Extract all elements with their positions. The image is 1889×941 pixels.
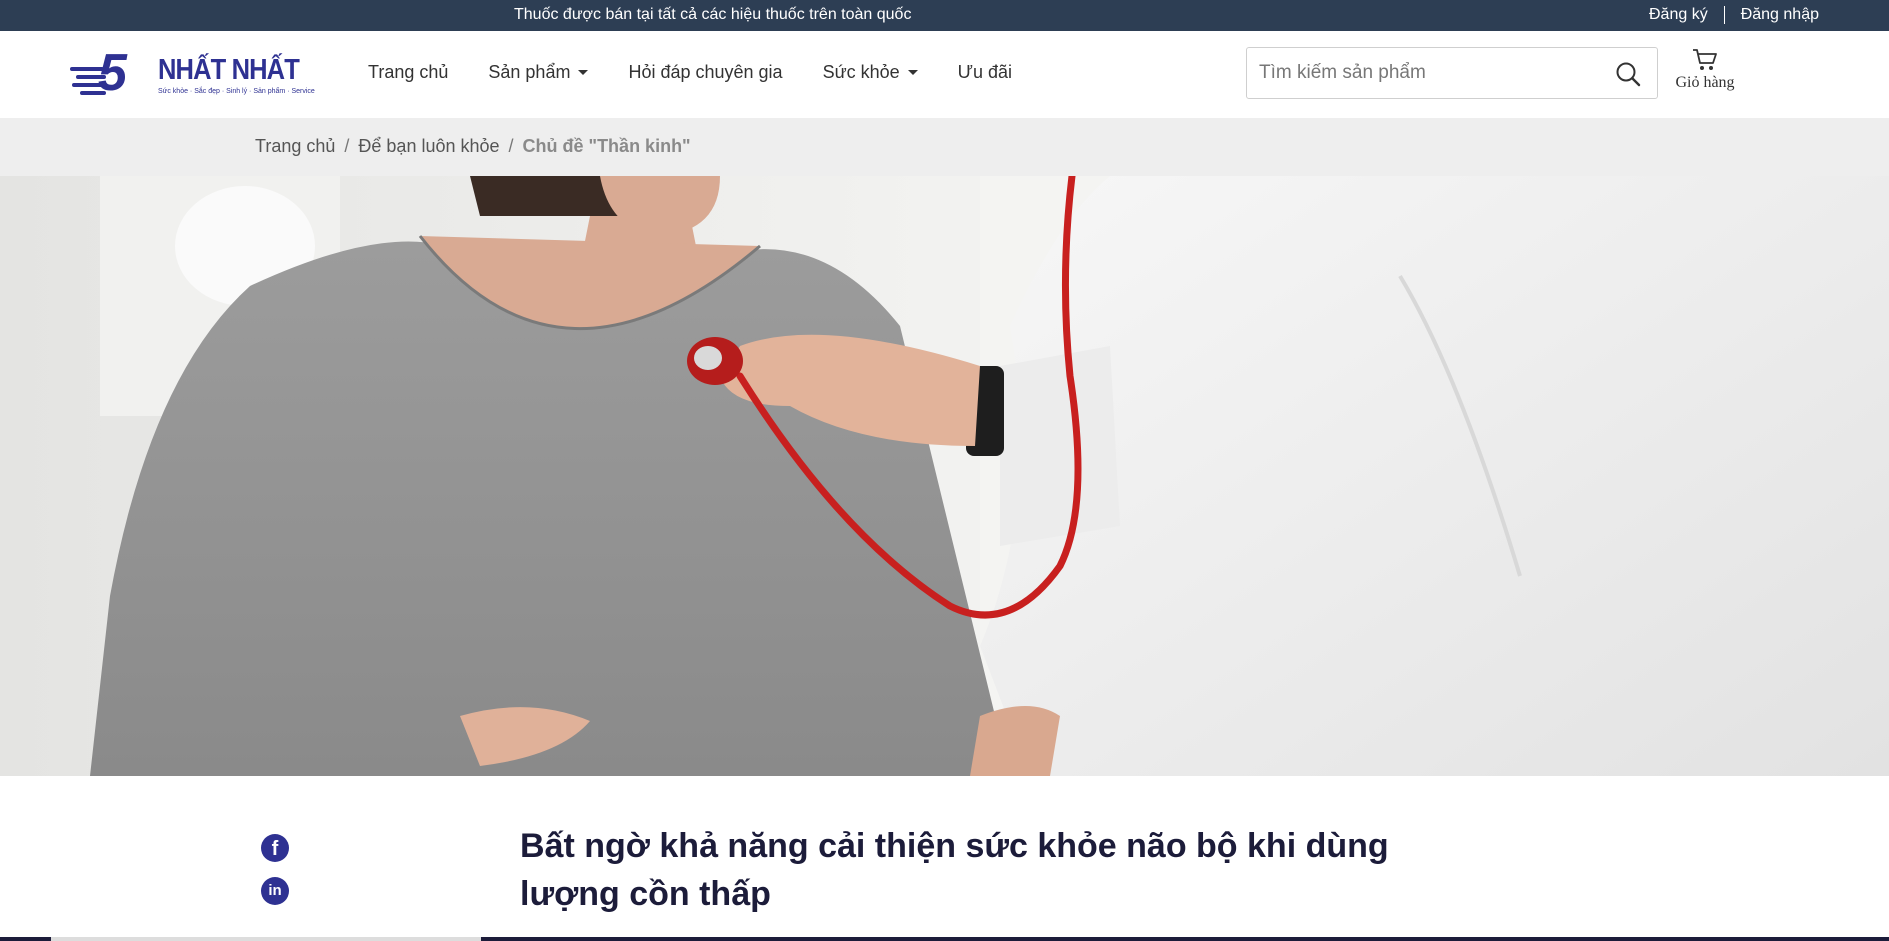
register-link[interactable]: Đăng ký xyxy=(1649,6,1708,24)
chevron-down-icon xyxy=(907,70,918,75)
hero-image xyxy=(0,176,1889,776)
bottom-divider xyxy=(0,937,1889,941)
brand-logo[interactable]: 5 NHẤT NHẤT Sức khỏe · Sắc đẹp · Sinh lý… xyxy=(70,47,315,101)
cart-label: Giỏ hàng xyxy=(1675,74,1735,91)
nav-item-home[interactable]: Trang chủ xyxy=(368,62,448,83)
breadcrumb: Trang chủ / Để bạn luôn khỏe / Chủ đề "T… xyxy=(0,118,1889,176)
auth-divider xyxy=(1723,6,1725,24)
store-notice: Thuốc được bán tại tất cả các hiệu thuốc… xyxy=(514,6,912,23)
login-link[interactable]: Đăng nhập xyxy=(1741,6,1819,24)
share-buttons: f in xyxy=(261,834,289,920)
nav-item-expert-qa[interactable]: Hỏi đáp chuyên gia xyxy=(628,62,782,83)
chevron-down-icon xyxy=(578,70,589,75)
main-nav: Trang chủ Sản phẩm Hỏi đáp chuyên gia Sứ… xyxy=(368,62,1052,83)
breadcrumb-section[interactable]: Để bạn luôn khỏe xyxy=(358,136,499,157)
linkedin-share-icon[interactable]: in xyxy=(261,877,289,905)
search-input[interactable] xyxy=(1259,60,1599,86)
hero-photo-illustration xyxy=(0,176,1889,776)
top-announcement-bar: Thuốc được bán tại tất cả các hiệu thuốc… xyxy=(0,0,1889,31)
cart-button[interactable]: Giỏ hàng xyxy=(1672,48,1738,104)
nav-item-products[interactable]: Sản phẩm xyxy=(488,62,589,83)
logo-wordmark: NHẤT NHẤT xyxy=(158,54,300,86)
cart-icon xyxy=(1693,49,1717,70)
facebook-share-icon[interactable]: f xyxy=(261,834,289,862)
nav-item-health[interactable]: Sức khỏe xyxy=(823,62,918,83)
nav-item-offers[interactable]: Ưu đãi xyxy=(958,62,1012,83)
logo-tagline: Sức khỏe · Sắc đẹp · Sinh lý · Sản phẩm … xyxy=(158,88,315,95)
search-box xyxy=(1246,47,1658,99)
site-header: 5 NHẤT NHẤT Sức khỏe · Sắc đẹp · Sinh lý… xyxy=(0,31,1889,118)
article-title: Bất ngờ khả năng cải thiện sức khỏe não … xyxy=(520,827,1389,913)
breadcrumb-current: Chủ đề "Thần kinh" xyxy=(522,136,691,156)
search-icon[interactable] xyxy=(1615,61,1641,87)
auth-links: Đăng ký Đăng nhập xyxy=(1649,6,1819,24)
article-header: f in Bất ngờ khả năng cải thiện sức khỏe… xyxy=(0,776,1889,941)
breadcrumb-home[interactable]: Trang chủ xyxy=(255,136,335,157)
